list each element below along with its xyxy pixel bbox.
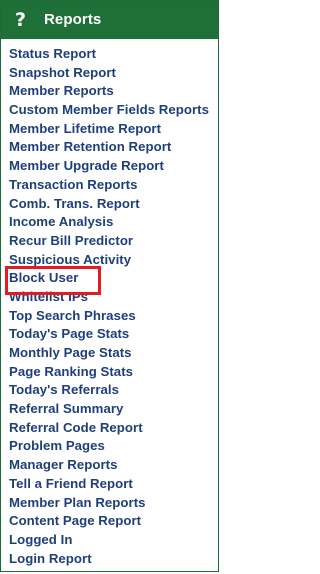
menu-item-recur-bill-predictor[interactable]: Recur Bill Predictor <box>1 232 218 251</box>
menu-item-top-search-phrases[interactable]: Top Search Phrases <box>1 307 218 326</box>
menu-item-block-user[interactable]: Block User <box>1 269 218 288</box>
menu-link[interactable]: Member Reports <box>9 82 218 101</box>
menu-item-comb-trans-report[interactable]: Comb. Trans. Report <box>1 195 218 214</box>
menu-item-referral-summary[interactable]: Referral Summary <box>1 400 218 419</box>
menu-link[interactable]: Page Ranking Stats <box>9 363 218 382</box>
menu-item-status-report[interactable]: Status Report <box>1 45 218 64</box>
menu-item-manager-reports[interactable]: Manager Reports <box>1 456 218 475</box>
menu-item-page-ranking-stats[interactable]: Page Ranking Stats <box>1 363 218 382</box>
menu-link[interactable]: Snapshot Report <box>9 64 218 83</box>
menu-item-member-retention-report[interactable]: Member Retention Report <box>1 138 218 157</box>
menu-item-transaction-reports[interactable]: Transaction Reports <box>1 176 218 195</box>
menu-link[interactable]: Status Report <box>9 45 218 64</box>
menu-item-member-plan-reports[interactable]: Member Plan Reports <box>1 494 218 513</box>
menu-link[interactable]: Logged In <box>9 531 218 550</box>
menu-item-problem-pages[interactable]: Problem Pages <box>1 437 218 456</box>
menu-link[interactable]: Whitelist IPs <box>9 288 218 307</box>
menu-item-member-reports[interactable]: Member Reports <box>1 82 218 101</box>
reports-menu: Status Report Snapshot Report Member Rep… <box>1 45 218 568</box>
menu-link[interactable]: Manager Reports <box>9 456 218 475</box>
menu-item-custom-member-fields-reports[interactable]: Custom Member Fields Reports <box>1 101 218 120</box>
menu-link[interactable]: Member Retention Report <box>9 138 218 157</box>
menu-item-income-analysis[interactable]: Income Analysis <box>1 213 218 232</box>
menu-link[interactable]: Member Lifetime Report <box>9 120 218 139</box>
menu-item-logged-in[interactable]: Logged In <box>1 531 218 550</box>
menu-link[interactable]: Problem Pages <box>9 437 218 456</box>
menu-link[interactable]: Comb. Trans. Report <box>9 195 218 214</box>
menu-link[interactable]: Today's Page Stats <box>9 325 218 344</box>
menu-item-tell-a-friend-report[interactable]: Tell a Friend Report <box>1 475 218 494</box>
menu-link[interactable]: Top Search Phrases <box>9 307 218 326</box>
menu-link[interactable]: Block User <box>9 269 218 288</box>
reports-header: ? Reports <box>1 1 218 39</box>
menu-link[interactable]: Today's Referrals <box>9 381 218 400</box>
menu-item-todays-referrals[interactable]: Today's Referrals <box>1 381 218 400</box>
menu-item-todays-page-stats[interactable]: Today's Page Stats <box>1 325 218 344</box>
menu-link[interactable]: Monthly Page Stats <box>9 344 218 363</box>
menu-item-member-upgrade-report[interactable]: Member Upgrade Report <box>1 157 218 176</box>
menu-item-suspicious-activity[interactable]: Suspicious Activity <box>1 251 218 270</box>
menu-link[interactable]: Member Plan Reports <box>9 494 218 513</box>
menu-link[interactable]: Content Page Report <box>9 512 218 531</box>
menu-item-referral-code-report[interactable]: Referral Code Report <box>1 419 218 438</box>
menu-item-login-report[interactable]: Login Report <box>1 550 218 569</box>
menu-link[interactable]: Referral Code Report <box>9 419 218 438</box>
menu-item-monthly-page-stats[interactable]: Monthly Page Stats <box>1 344 218 363</box>
header-title: Reports <box>44 11 102 28</box>
menu-link[interactable]: Tell a Friend Report <box>9 475 218 494</box>
menu-item-content-page-report[interactable]: Content Page Report <box>1 512 218 531</box>
menu-link[interactable]: Login Report <box>9 550 218 569</box>
menu-item-member-lifetime-report[interactable]: Member Lifetime Report <box>1 120 218 139</box>
menu-link[interactable]: Member Upgrade Report <box>9 157 218 176</box>
reports-panel: ? Reports Status Report Snapshot Report … <box>0 0 219 572</box>
question-mark-icon[interactable]: ? <box>12 10 29 30</box>
menu-link[interactable]: Suspicious Activity <box>9 251 218 270</box>
menu-link[interactable]: Transaction Reports <box>9 176 218 195</box>
menu-link[interactable]: Referral Summary <box>9 400 218 419</box>
menu-link[interactable]: Custom Member Fields Reports <box>9 101 218 120</box>
menu-link[interactable]: Income Analysis <box>9 213 218 232</box>
menu-item-whitelist-ips[interactable]: Whitelist IPs <box>1 288 218 307</box>
menu-link[interactable]: Recur Bill Predictor <box>9 232 218 251</box>
menu-item-snapshot-report[interactable]: Snapshot Report <box>1 64 218 83</box>
